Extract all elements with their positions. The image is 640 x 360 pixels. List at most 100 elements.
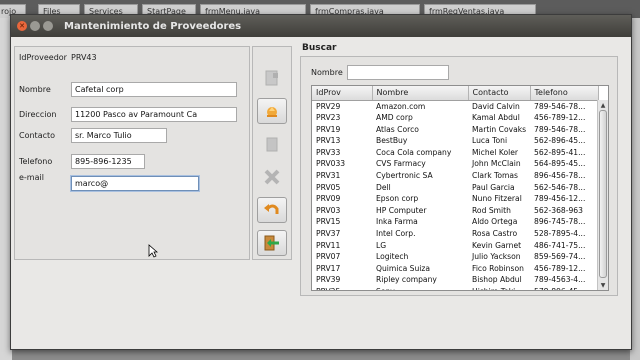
table-cell: 896-745-78... bbox=[534, 217, 586, 227]
provider-form: IdProveedor PRV43 Nombre Cafetal corp Di… bbox=[14, 46, 250, 260]
undo-button[interactable] bbox=[257, 197, 287, 223]
table-cell: Michel Koler bbox=[472, 147, 518, 157]
table-row[interactable]: PRV23 AMD corp Kamal Abdul 456-789-12... bbox=[312, 112, 598, 124]
table-cell: 789-546-78... bbox=[534, 101, 586, 111]
table-cell: Inka Farma bbox=[376, 217, 418, 227]
table-cell: HP Computer bbox=[376, 205, 427, 215]
table-row[interactable]: PRV39 Ripley company Bishop Abdul 789-4563-… bbox=[312, 274, 598, 286]
table-cell: AMD corp bbox=[376, 113, 413, 123]
table-cell: PRV39 bbox=[316, 275, 341, 285]
table-cell: Nuno Fitzeral bbox=[472, 194, 522, 204]
table-cell: 528-7895-4... bbox=[534, 229, 586, 239]
table-row[interactable]: PRV37 Intel Corp. Rosa Castro 528-7895-4... bbox=[312, 228, 598, 240]
new-button[interactable] bbox=[257, 65, 287, 91]
table-row[interactable]: PRV33 Coca Cola company Michel Koler 562-89… bbox=[312, 147, 598, 159]
table-row[interactable]: PRV17 Quimica Suiza Fico Robinson 456-789-1… bbox=[312, 263, 598, 275]
table-row[interactable]: PRV15 Inka Farma Aldo Ortega 896-745-78... bbox=[312, 216, 598, 228]
column-header-contacto[interactable]: Contacto bbox=[468, 86, 531, 101]
table-cell: PRV29 bbox=[316, 101, 341, 111]
minimize-window-button[interactable] bbox=[30, 21, 40, 31]
table-cell: PRV15 bbox=[316, 217, 341, 227]
scroll-thumb[interactable] bbox=[599, 110, 607, 278]
table-cell: 486-741-75... bbox=[534, 240, 586, 250]
table-row[interactable]: PRV13 BestBuy Luca Toni 562-896-45... bbox=[312, 135, 598, 147]
table-cell: PRV03 bbox=[316, 205, 341, 215]
scroll-down-arrow-icon[interactable]: ▼ bbox=[598, 280, 608, 290]
table-cell: 562-368-963 bbox=[534, 205, 583, 215]
close-window-button[interactable]: ✕ bbox=[17, 21, 27, 31]
table-cell: Intel Corp. bbox=[376, 229, 416, 239]
table-cell: Rosa Castro bbox=[472, 229, 518, 239]
table-row[interactable]: PRV19 Atlas Corco Martin Covaks 789-546-78.… bbox=[312, 124, 598, 136]
table-cell: Quimica Suiza bbox=[376, 263, 431, 273]
table-cell: 896-456-78... bbox=[534, 171, 586, 181]
window-title: Mantenimiento de Proveedores bbox=[64, 20, 242, 32]
save-button[interactable] bbox=[257, 98, 287, 124]
table-row[interactable]: PRV07 Logitech Julio Yackson 859-569-74... bbox=[312, 251, 598, 263]
email-field[interactable]: marco@ bbox=[71, 175, 199, 191]
table-row[interactable]: PRV29 Amazon.com David Calvin 789-546-78... bbox=[312, 100, 598, 112]
table-cell: Bishop Abdul bbox=[472, 275, 522, 285]
table-cell: Sony bbox=[372, 286, 468, 290]
search-panel: Nombre IdProv Nombre Contacto Telefono P… bbox=[300, 56, 618, 296]
table-cell: David Calvin bbox=[472, 101, 520, 111]
table-cell: Rod Smith bbox=[472, 205, 511, 215]
table-cell: PRV25 bbox=[312, 286, 372, 290]
scroll-up-arrow-icon[interactable]: ▲ bbox=[598, 100, 608, 110]
column-header-idprov[interactable]: IdProv bbox=[312, 86, 373, 101]
table-cell: PRV23 bbox=[316, 113, 341, 123]
table-cell: LG bbox=[376, 240, 387, 250]
table-cell: PRV37 bbox=[316, 229, 341, 239]
table-cell: Amazon.com bbox=[376, 101, 426, 111]
search-nombre-label: Nombre bbox=[311, 68, 343, 77]
cancel-button[interactable] bbox=[257, 164, 287, 190]
maximize-window-button[interactable] bbox=[43, 21, 53, 31]
table-cell: 456-789-12... bbox=[534, 263, 586, 273]
nombre-label: Nombre bbox=[19, 84, 51, 94]
table-cell: Atlas Corco bbox=[376, 124, 419, 134]
table-row[interactable]: PRV25SonyHishiro Toki...578-896-45... bbox=[312, 286, 598, 290]
contacto-label: Contacto bbox=[19, 130, 56, 140]
table-cell: Ripley company bbox=[376, 275, 437, 285]
column-header-nombre[interactable]: Nombre bbox=[372, 86, 469, 101]
table-row[interactable]: PRV05 Dell Paul Garcia 562-546-78... bbox=[312, 182, 598, 194]
telefono-field[interactable]: 895-896-1235 bbox=[71, 153, 145, 169]
column-header-telefono[interactable]: Telefono bbox=[530, 86, 599, 101]
table-cell: BestBuy bbox=[376, 136, 408, 146]
contacto-field[interactable]: sr. Marco Tulio bbox=[71, 127, 167, 143]
direccion-field[interactable]: 11200 Pasco av Paramount Ca bbox=[71, 106, 237, 122]
table-cell: Martin Covaks bbox=[472, 124, 527, 134]
table-cell: Paul Garcia bbox=[472, 182, 515, 192]
delete-button[interactable] bbox=[257, 131, 287, 157]
table-row[interactable]: PRV11 LG Kevin Garnet 486-741-75... bbox=[312, 240, 598, 252]
telefono-label: Telefono bbox=[19, 156, 53, 166]
table-cell: Epson corp bbox=[376, 194, 419, 204]
table-cell: 859-569-74... bbox=[534, 252, 586, 262]
nombre-field[interactable]: Cafetal corp bbox=[71, 81, 237, 97]
table-cell: PRV07 bbox=[316, 252, 341, 262]
table-row[interactable]: PRV033 CVS Farmacy John McClain 564-895-45.… bbox=[312, 158, 598, 170]
delete-icon bbox=[266, 137, 278, 152]
table-row[interactable]: PRV03 HP Computer Rod Smith 562-368-963 bbox=[312, 205, 598, 217]
table-cell: Kamal Abdul bbox=[472, 113, 520, 123]
idproveedor-value: PRV43 bbox=[71, 52, 97, 62]
exit-button[interactable] bbox=[257, 230, 287, 256]
table-row[interactable]: PRV09 Epson corp Nuno Fitzeral 789-456-12..… bbox=[312, 193, 598, 205]
table-cell: Aldo Ortega bbox=[472, 217, 518, 227]
new-icon bbox=[265, 70, 278, 86]
providers-table: IdProv Nombre Contacto Telefono PRV29 Ama… bbox=[311, 85, 609, 291]
table-cell: Luca Toni bbox=[472, 136, 508, 146]
table-row[interactable]: PRV31 Cybertronic SA Clark Tomas 896-456-78… bbox=[312, 170, 598, 182]
table-cell: 562-896-45... bbox=[534, 136, 586, 146]
table-cell: PRV13 bbox=[316, 136, 341, 146]
action-toolbar bbox=[252, 46, 292, 260]
search-nombre-input[interactable] bbox=[347, 65, 449, 80]
table-cell: 562-895-41... bbox=[534, 147, 586, 157]
table-cell: Cybertronic SA bbox=[376, 171, 433, 181]
table-scrollbar[interactable]: ▲ ▼ bbox=[597, 100, 608, 290]
table-cell: PRV033 bbox=[316, 159, 346, 169]
table-cell: Logitech bbox=[376, 252, 409, 262]
table-cell: PRV19 bbox=[316, 124, 341, 134]
table-cell: 789-546-78... bbox=[534, 124, 586, 134]
table-cell: PRV17 bbox=[316, 263, 341, 273]
